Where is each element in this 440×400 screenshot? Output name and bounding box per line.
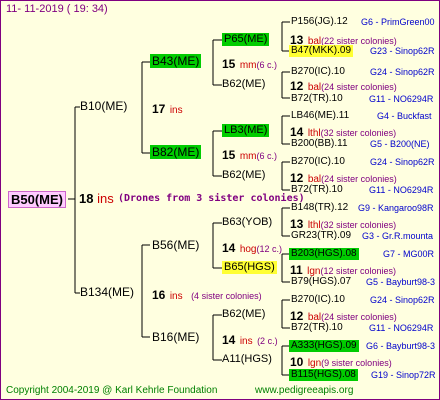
gp-b16-stats: 14 ins (2 c.): [222, 332, 278, 348]
ggp-b65-num: 11: [290, 263, 303, 277]
ggp-a11-num: 10: [290, 355, 304, 369]
gp-b43[interactable]: B43(ME): [150, 54, 202, 68]
leaf-4[interactable]: LB46(ME).11: [291, 111, 349, 121]
leaf-15[interactable]: B115(HGS).08: [289, 369, 358, 381]
leaf-1-info: G23 - Sinop62R: [370, 46, 435, 56]
ggp-b62b-num: 12: [290, 171, 304, 185]
gp-b43-stats: 15 mm(6 c.): [222, 56, 277, 72]
ggp-b62a-sub: (24 sister colonies): [321, 82, 397, 92]
gp-b16-sub: (2 c.): [257, 336, 278, 346]
gp-b43-unit: mm: [239, 60, 257, 71]
parent-top-num: 17: [152, 102, 166, 116]
root-num: 18: [79, 191, 94, 206]
report-date: 11- 11-2019 ( 19: 34): [6, 3, 108, 15]
copyright-text: Copyright 2004-2019 @ Karl Kehrle Founda…: [6, 385, 218, 396]
gp-b43-sub: (6 c.): [256, 60, 277, 70]
leaf-15-info: G19 - Sinop72R: [371, 370, 436, 380]
leaf-8[interactable]: B148(TR).12: [291, 203, 348, 213]
leaf-7[interactable]: B72(TR).10: [291, 185, 343, 195]
leaf-0-info: G6 - PrimGreen00: [361, 17, 435, 27]
leaf-11[interactable]: B79(HGS).07: [291, 277, 351, 287]
ggp-b63-sub: (32 sister colonies): [320, 220, 397, 230]
parent-bottom-sub: (4 sister colonies): [191, 291, 262, 301]
ggp-lb3-sub: (32 sister colonies): [320, 128, 397, 138]
gp-b82-unit: mm: [239, 151, 257, 162]
ggp-b62c-sub: (24 sister colonies): [321, 312, 397, 322]
ggp-b62a[interactable]: B62(ME): [222, 79, 265, 90]
gp-b82-sub: (6 c.): [256, 151, 277, 161]
gp-b82-stats: 15 mm(6 c.): [222, 147, 277, 163]
leaf-9[interactable]: GR23(TR).09: [291, 231, 351, 241]
gp-b16-num: 14: [222, 333, 236, 347]
parent-bottom[interactable]: B134(ME): [80, 286, 134, 298]
parent-top-unit: ins: [169, 105, 183, 116]
ggp-lb3-num: 14: [290, 125, 304, 139]
ggp-a11-unit: lgn: [307, 358, 322, 369]
gp-b56-num: 14: [222, 241, 236, 255]
ggp-b63-num: 13: [290, 217, 304, 231]
ggp-b65-sub: (12 sister colonies): [320, 266, 397, 276]
ggp-b62a-num: 12: [290, 79, 304, 93]
leaf-13[interactable]: B72(TR).10: [291, 323, 343, 333]
ggp-b62c[interactable]: B62(ME): [222, 309, 265, 320]
ggp-b62c-num: 12: [290, 309, 304, 323]
ggp-lb3[interactable]: LB3(ME): [222, 124, 270, 137]
ggp-b62a-unit: bal: [307, 82, 322, 93]
gp-b56-sub: (12 c.): [256, 244, 283, 254]
leaf-3-info: G11 - NO6294R: [369, 94, 434, 104]
leaf-8-info: G9 - Kangaroo98R: [358, 203, 434, 213]
leaf-10-info: G7 - MG00R: [383, 249, 435, 259]
leaf-6[interactable]: B270(IC).10: [291, 157, 345, 167]
leaf-5-info: G5 - B200(NE): [370, 139, 430, 149]
root-drones: (Drones from 3 sister colonies): [118, 193, 305, 204]
root-stats: 18 ins: [79, 192, 114, 205]
parent-top-stats: 17 ins: [152, 101, 183, 117]
leaf-11-info: G5 - Bayburt98-3: [366, 277, 436, 287]
leaf-9-info: G3 - Gr.R.mounta: [362, 231, 434, 241]
leaf-14-info: G6 - Bayburt98-3: [366, 341, 436, 351]
leaf-3[interactable]: B72(TR).10: [291, 94, 343, 104]
root-queen[interactable]: B50(ME): [8, 191, 67, 208]
ggp-b63[interactable]: B63(YOB): [222, 217, 272, 228]
parent-bottom-stats: 16 ins (4 sister colonies): [152, 287, 262, 303]
leaf-2[interactable]: B270(IC).10: [291, 67, 345, 77]
leaf-10[interactable]: B203(HGS).08: [289, 248, 359, 260]
gp-b82[interactable]: B82(ME): [150, 145, 202, 159]
ggp-p65[interactable]: P65(ME): [222, 33, 270, 46]
gp-b82-num: 15: [222, 148, 236, 162]
ggp-a11-stats: 10 lgn(9 sister colonies): [290, 354, 392, 370]
leaf-14[interactable]: A333(HGS).09: [289, 340, 359, 352]
leaf-4-info: G4 - Buckfast: [377, 111, 432, 121]
ggp-b65[interactable]: B65(HGS): [222, 261, 277, 274]
parent-bottom-num: 16: [152, 288, 166, 302]
root-unit: ins: [97, 191, 114, 206]
leaf-12-info: G24 - Sinop62R: [370, 295, 435, 305]
gp-b16[interactable]: B16(ME): [152, 331, 199, 343]
parent-bottom-unit: ins: [169, 291, 183, 302]
website-link[interactable]: www.pedigreeapis.org: [255, 386, 353, 396]
leaf-2-info: G24 - Sinop62R: [370, 67, 435, 77]
leaf-6-info: G24 - Sinop62R: [370, 157, 435, 167]
gp-b16-unit: ins: [239, 336, 253, 347]
ggp-b62b-sub: (24 sister colonies): [321, 174, 397, 184]
parent-top[interactable]: B10(ME): [80, 100, 127, 112]
leaf-0[interactable]: P156(JG).12: [291, 17, 348, 27]
gp-b56[interactable]: B56(ME): [152, 239, 199, 251]
leaf-1[interactable]: B47(MKK).09: [289, 45, 354, 57]
gp-b56-unit: hog: [239, 244, 257, 255]
leaf-5[interactable]: B200(BB).11: [291, 139, 348, 149]
leaf-13-info: G11 - NO6294R: [369, 323, 434, 333]
ggp-a11-sub: (9 sister colonies): [321, 358, 392, 368]
ggp-b62b[interactable]: B62(ME): [222, 170, 265, 181]
leaf-12[interactable]: B270(IC).10: [291, 295, 345, 305]
ggp-a11[interactable]: A11(HGS): [222, 354, 272, 365]
leaf-7-info: G11 - NO6294R: [369, 185, 434, 195]
ggp-b62a-stats: 12 bal(24 sister colonies): [290, 78, 397, 94]
gp-b43-num: 15: [222, 57, 236, 71]
gp-b56-stats: 14 hog(12 c.): [222, 240, 282, 256]
